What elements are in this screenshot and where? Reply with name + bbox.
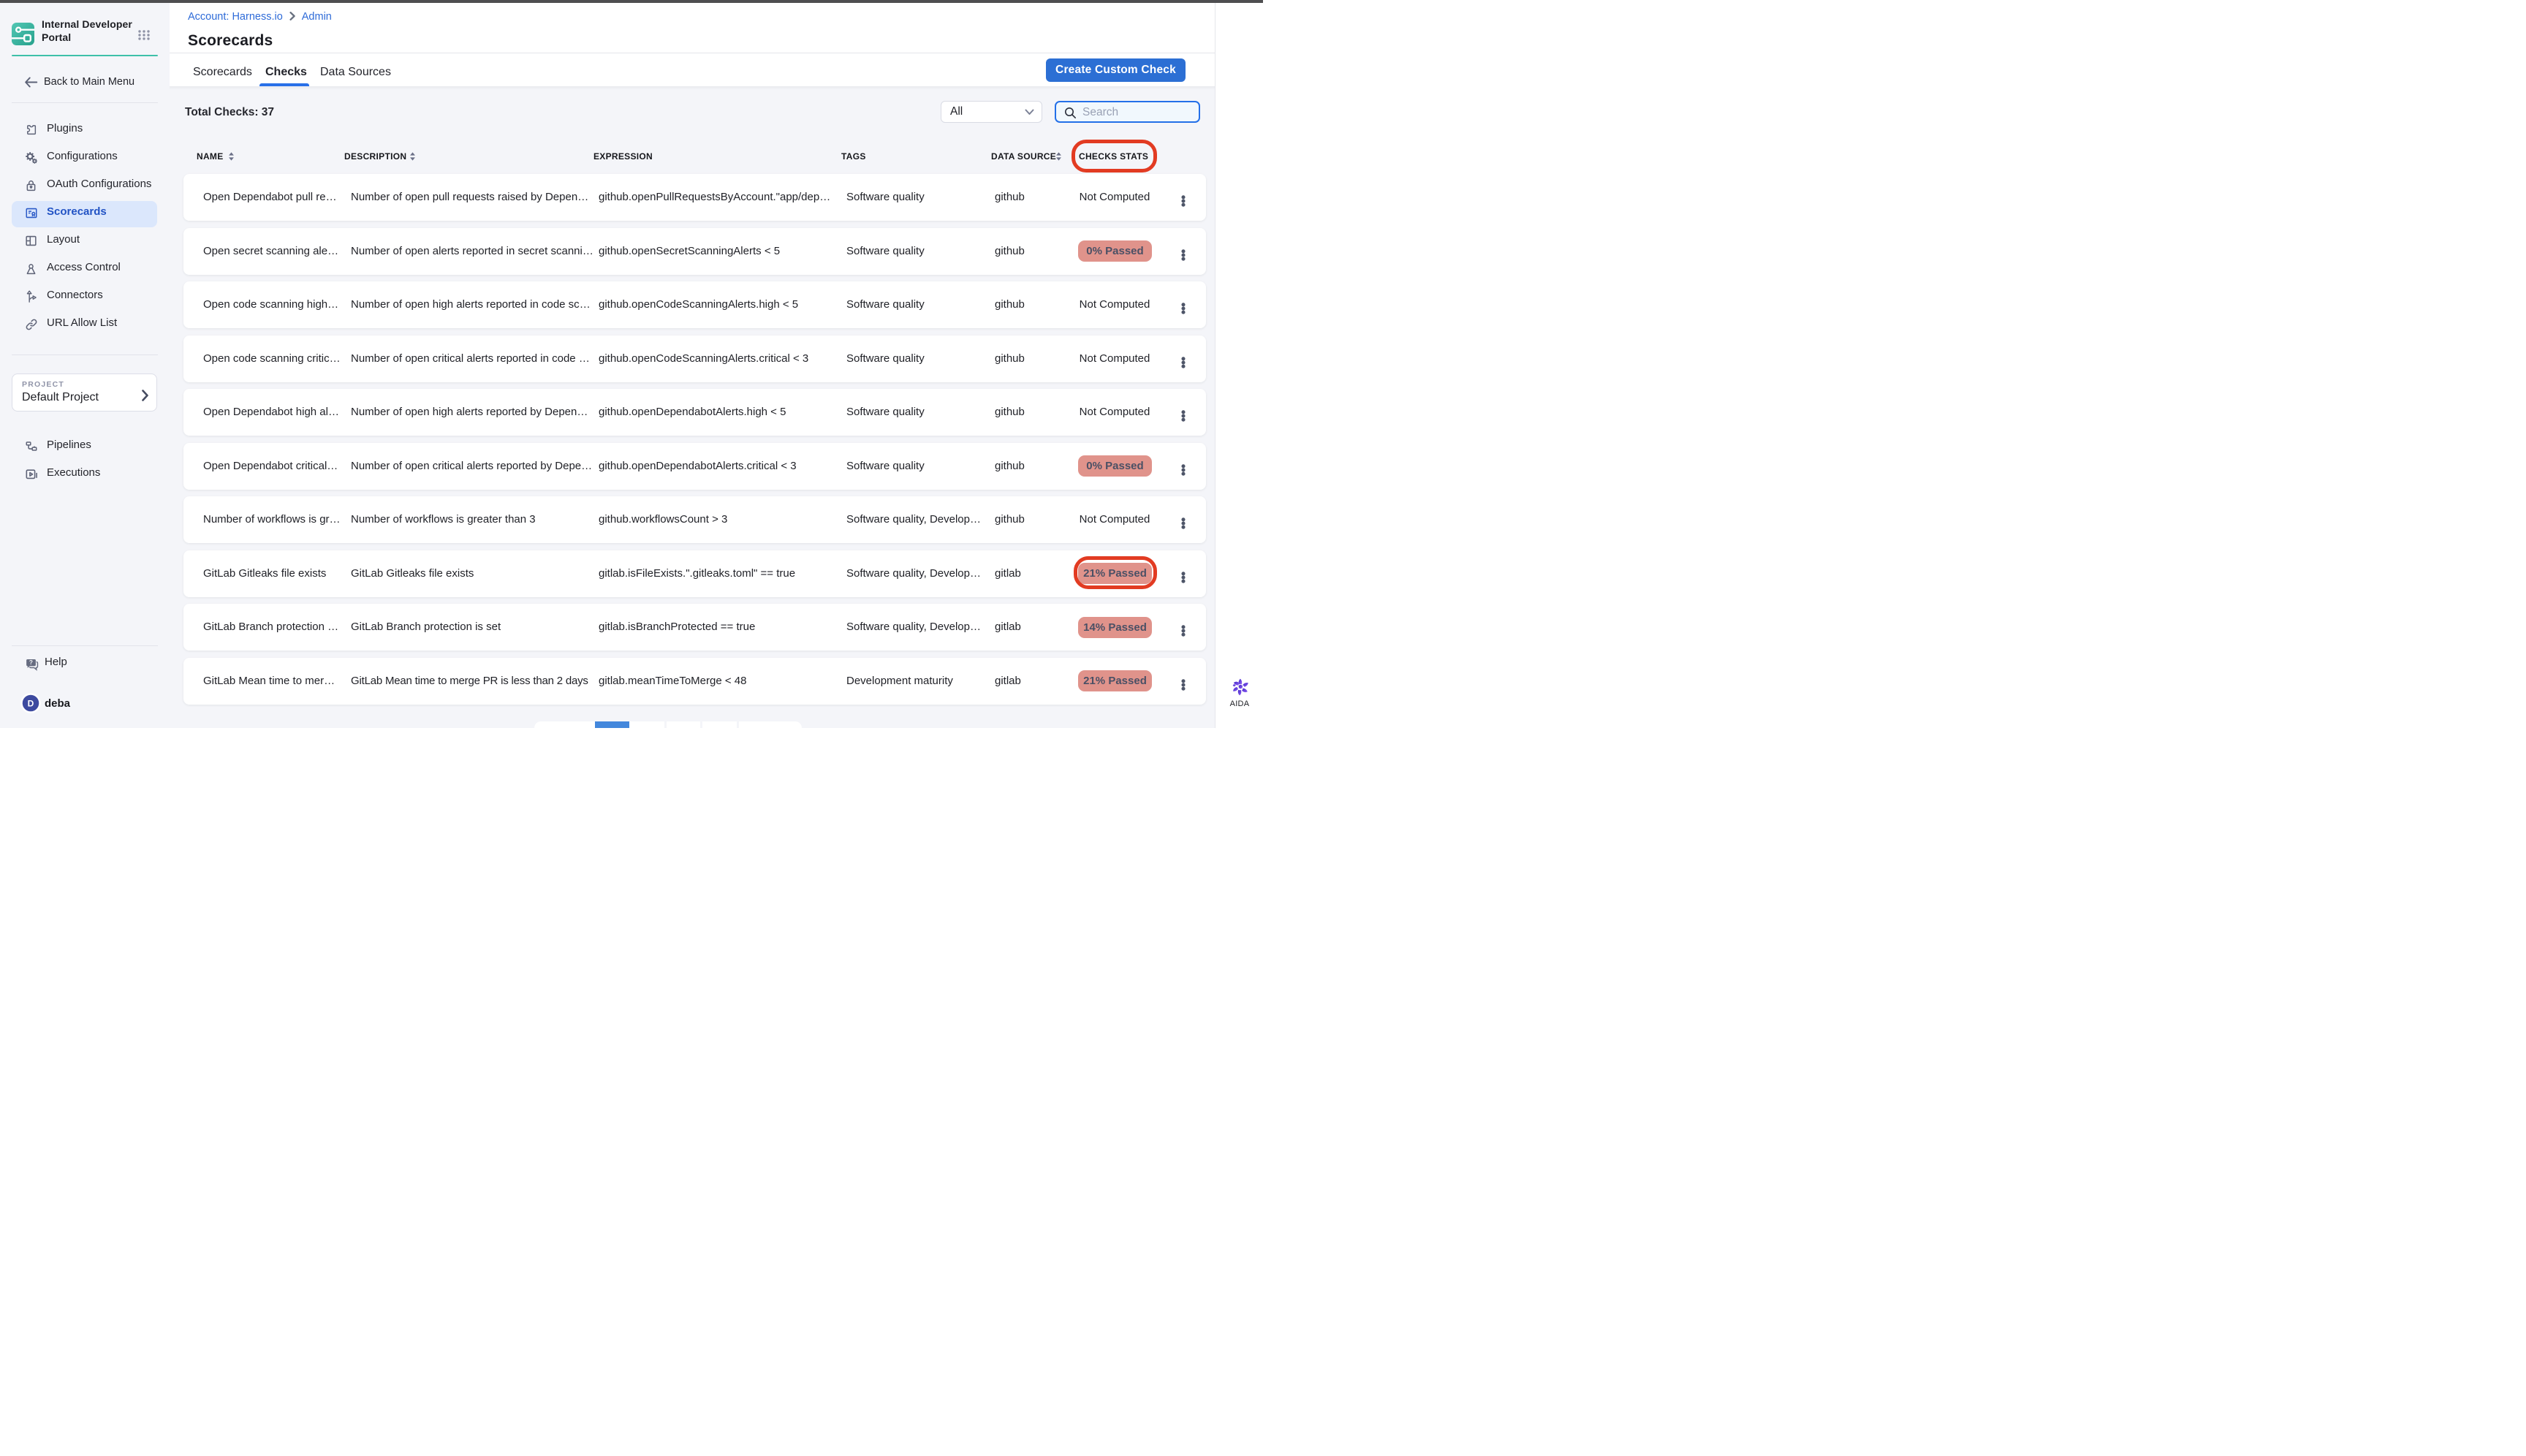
svg-text:?: ? (29, 659, 33, 666)
svg-text:D: D (28, 699, 34, 709)
